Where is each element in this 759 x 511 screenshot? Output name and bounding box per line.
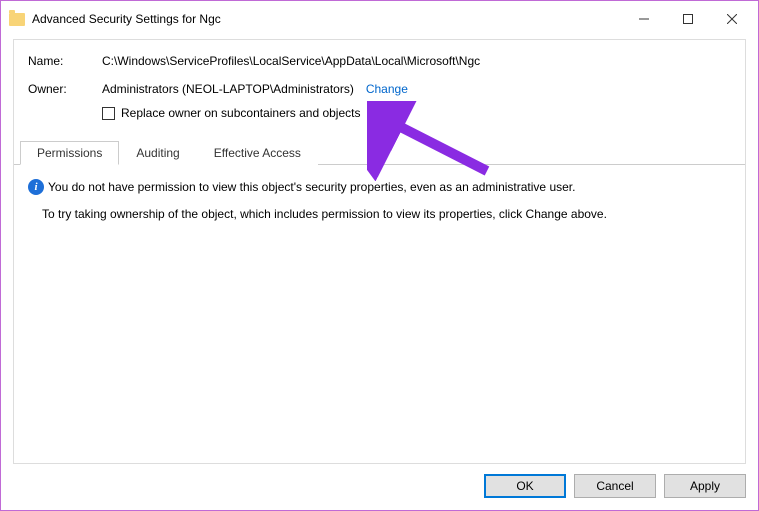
window-title: Advanced Security Settings for Ngc xyxy=(32,12,622,26)
minimize-button[interactable] xyxy=(622,5,666,33)
info-area: Name: C:\Windows\ServiceProfiles\LocalSe… xyxy=(14,40,745,136)
tab-strip: Permissions Auditing Effective Access xyxy=(14,140,745,165)
name-value: C:\Windows\ServiceProfiles\LocalService\… xyxy=(102,54,480,68)
window-controls xyxy=(622,5,754,33)
folder-icon xyxy=(9,13,25,26)
tab-auditing[interactable]: Auditing xyxy=(119,141,196,165)
tab-permissions[interactable]: Permissions xyxy=(20,141,119,165)
replace-owner-label: Replace owner on subcontainers and objec… xyxy=(121,106,360,120)
name-label: Name: xyxy=(28,54,102,68)
replace-owner-row: Replace owner on subcontainers and objec… xyxy=(102,106,731,120)
name-row: Name: C:\Windows\ServiceProfiles\LocalSe… xyxy=(28,54,731,68)
maximize-button[interactable] xyxy=(666,5,710,33)
tab-effective-access[interactable]: Effective Access xyxy=(197,141,318,165)
replace-owner-checkbox[interactable] xyxy=(102,107,115,120)
no-permission-line: i You do not have permission to view thi… xyxy=(28,179,731,195)
cancel-button[interactable]: Cancel xyxy=(574,474,656,498)
close-button[interactable] xyxy=(710,5,754,33)
owner-label: Owner: xyxy=(28,82,102,96)
info-icon: i xyxy=(28,179,44,195)
change-owner-link[interactable]: Change xyxy=(366,82,408,96)
owner-row: Owner: Administrators (NEOL-LAPTOP\Admin… xyxy=(28,82,731,96)
hint-text: To try taking ownership of the object, w… xyxy=(42,207,731,221)
apply-button[interactable]: Apply xyxy=(664,474,746,498)
content-panel: Name: C:\Windows\ServiceProfiles\LocalSe… xyxy=(13,39,746,464)
dialog-buttons: OK Cancel Apply xyxy=(484,474,746,498)
tab-content: i You do not have permission to view thi… xyxy=(14,165,745,235)
no-permission-text: You do not have permission to view this … xyxy=(48,180,575,194)
ok-button[interactable]: OK xyxy=(484,474,566,498)
owner-value: Administrators (NEOL-LAPTOP\Administrato… xyxy=(102,82,354,96)
title-bar: Advanced Security Settings for Ngc xyxy=(5,5,754,33)
